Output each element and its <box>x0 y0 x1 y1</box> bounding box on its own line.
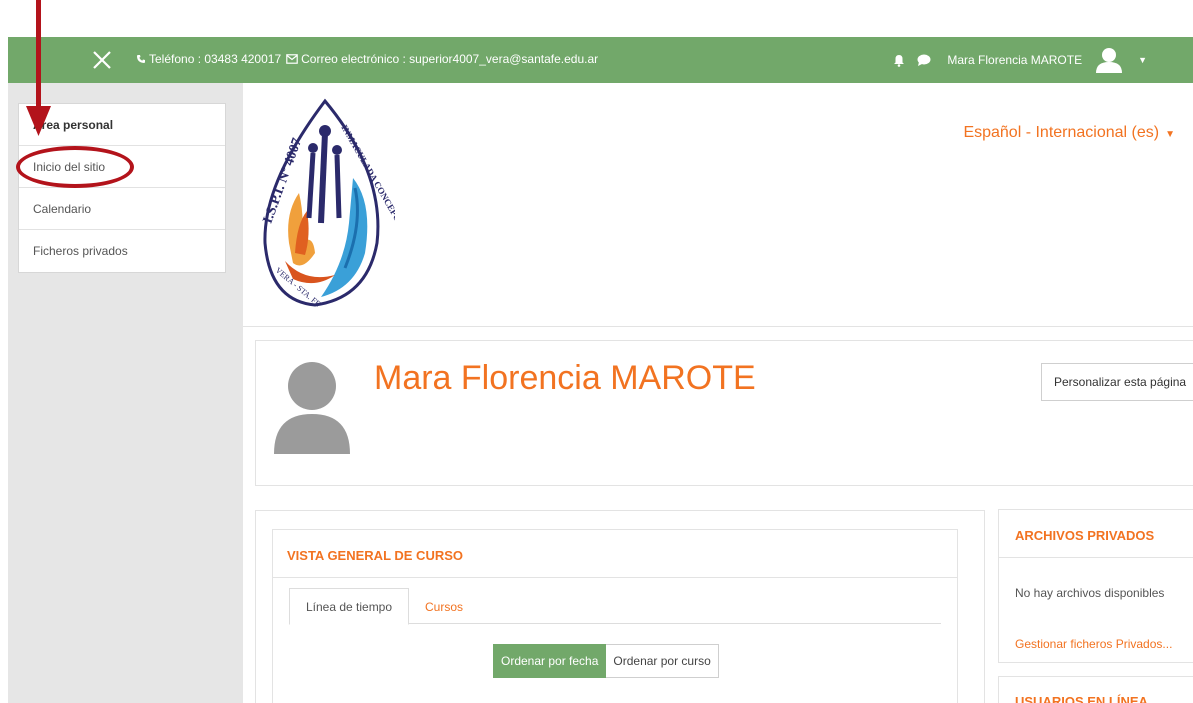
email-text: Correo electrónico : superior4007_vera@s… <box>301 52 599 66</box>
sort-by-course-button[interactable]: Ordenar por curso <box>606 644 719 678</box>
caret-down-icon[interactable]: ▼ <box>1138 55 1147 65</box>
manage-private-files-link[interactable]: Gestionar ficheros Privados... <box>1015 637 1172 651</box>
user-area: Mara Florencia MAROTE ▼ <box>893 37 1147 83</box>
top-navbar: Teléfono : 03483 420017 Correo electróni… <box>8 37 1193 83</box>
tab-cursos[interactable]: Cursos <box>411 588 477 625</box>
private-files-title: ARCHIVOS PRIVADOS <box>1015 528 1155 543</box>
chat-icon[interactable] <box>917 54 931 66</box>
phone-text: Teléfono : 03483 420017 <box>149 52 282 66</box>
course-overview-title: VISTA GENERAL DE CURSO <box>287 548 464 563</box>
course-tabs: Línea de tiempo Cursos <box>289 588 941 625</box>
divider <box>273 577 957 578</box>
sidebar-item-ficheros-privados[interactable]: Ficheros privados <box>19 230 225 272</box>
online-users-block: USUARIOS EN LÍNEA <box>998 676 1193 703</box>
language-selector[interactable]: Español - Internacional (es) ▼ <box>963 124 1175 142</box>
mail-icon <box>286 54 298 64</box>
divider <box>999 557 1193 558</box>
bell-icon[interactable] <box>893 54 905 67</box>
course-overview-block: VISTA GENERAL DE CURSO Línea de tiempo C… <box>272 529 958 703</box>
sidebar: Área personal Inicio del sitio Calendari… <box>8 83 243 703</box>
contact-info: Teléfono : 03483 420017 Correo electróni… <box>136 52 598 66</box>
private-files-block: ARCHIVOS PRIVADOS No hay archivos dispon… <box>998 509 1193 663</box>
sidebar-item-area-personal[interactable]: Área personal <box>19 104 225 146</box>
no-files-text: No hay archivos disponibles <box>1015 586 1165 600</box>
user-menu-name[interactable]: Mara Florencia MAROTE <box>947 53 1082 67</box>
caret-down-icon: ▼ <box>1165 129 1175 140</box>
sidebar-item-calendario[interactable]: Calendario <box>19 188 225 230</box>
profile-avatar-icon <box>274 362 350 454</box>
sidebar-item-inicio-del-sitio[interactable]: Inicio del sitio <box>19 146 225 188</box>
close-icon[interactable] <box>88 46 116 74</box>
user-avatar-icon[interactable] <box>1094 45 1124 75</box>
customize-page-button[interactable]: Personalizar esta página <box>1041 363 1193 401</box>
header-divider <box>243 326 1193 327</box>
profile-name: Mara Florencia MAROTE <box>374 359 756 397</box>
online-users-title: USUARIOS EN LÍNEA <box>1015 694 1148 703</box>
tab-linea-de-tiempo[interactable]: Línea de tiempo <box>289 588 409 625</box>
main-region: VISTA GENERAL DE CURSO Línea de tiempo C… <box>255 510 985 703</box>
institution-logo: I.S.P.I. Nº 4007 INMACULADA CONCEPCION V… <box>261 98 395 308</box>
nav-block: Área personal Inicio del sitio Calendari… <box>18 103 226 273</box>
sort-by-date-button[interactable]: Ordenar por fecha <box>493 644 607 678</box>
phone-icon <box>136 54 146 64</box>
sort-toggle: Ordenar por fecha Ordenar por curso <box>493 644 719 678</box>
profile-header: Mara Florencia MAROTE Personalizar esta … <box>255 340 1193 486</box>
language-label: Español - Internacional (es) <box>963 124 1160 141</box>
